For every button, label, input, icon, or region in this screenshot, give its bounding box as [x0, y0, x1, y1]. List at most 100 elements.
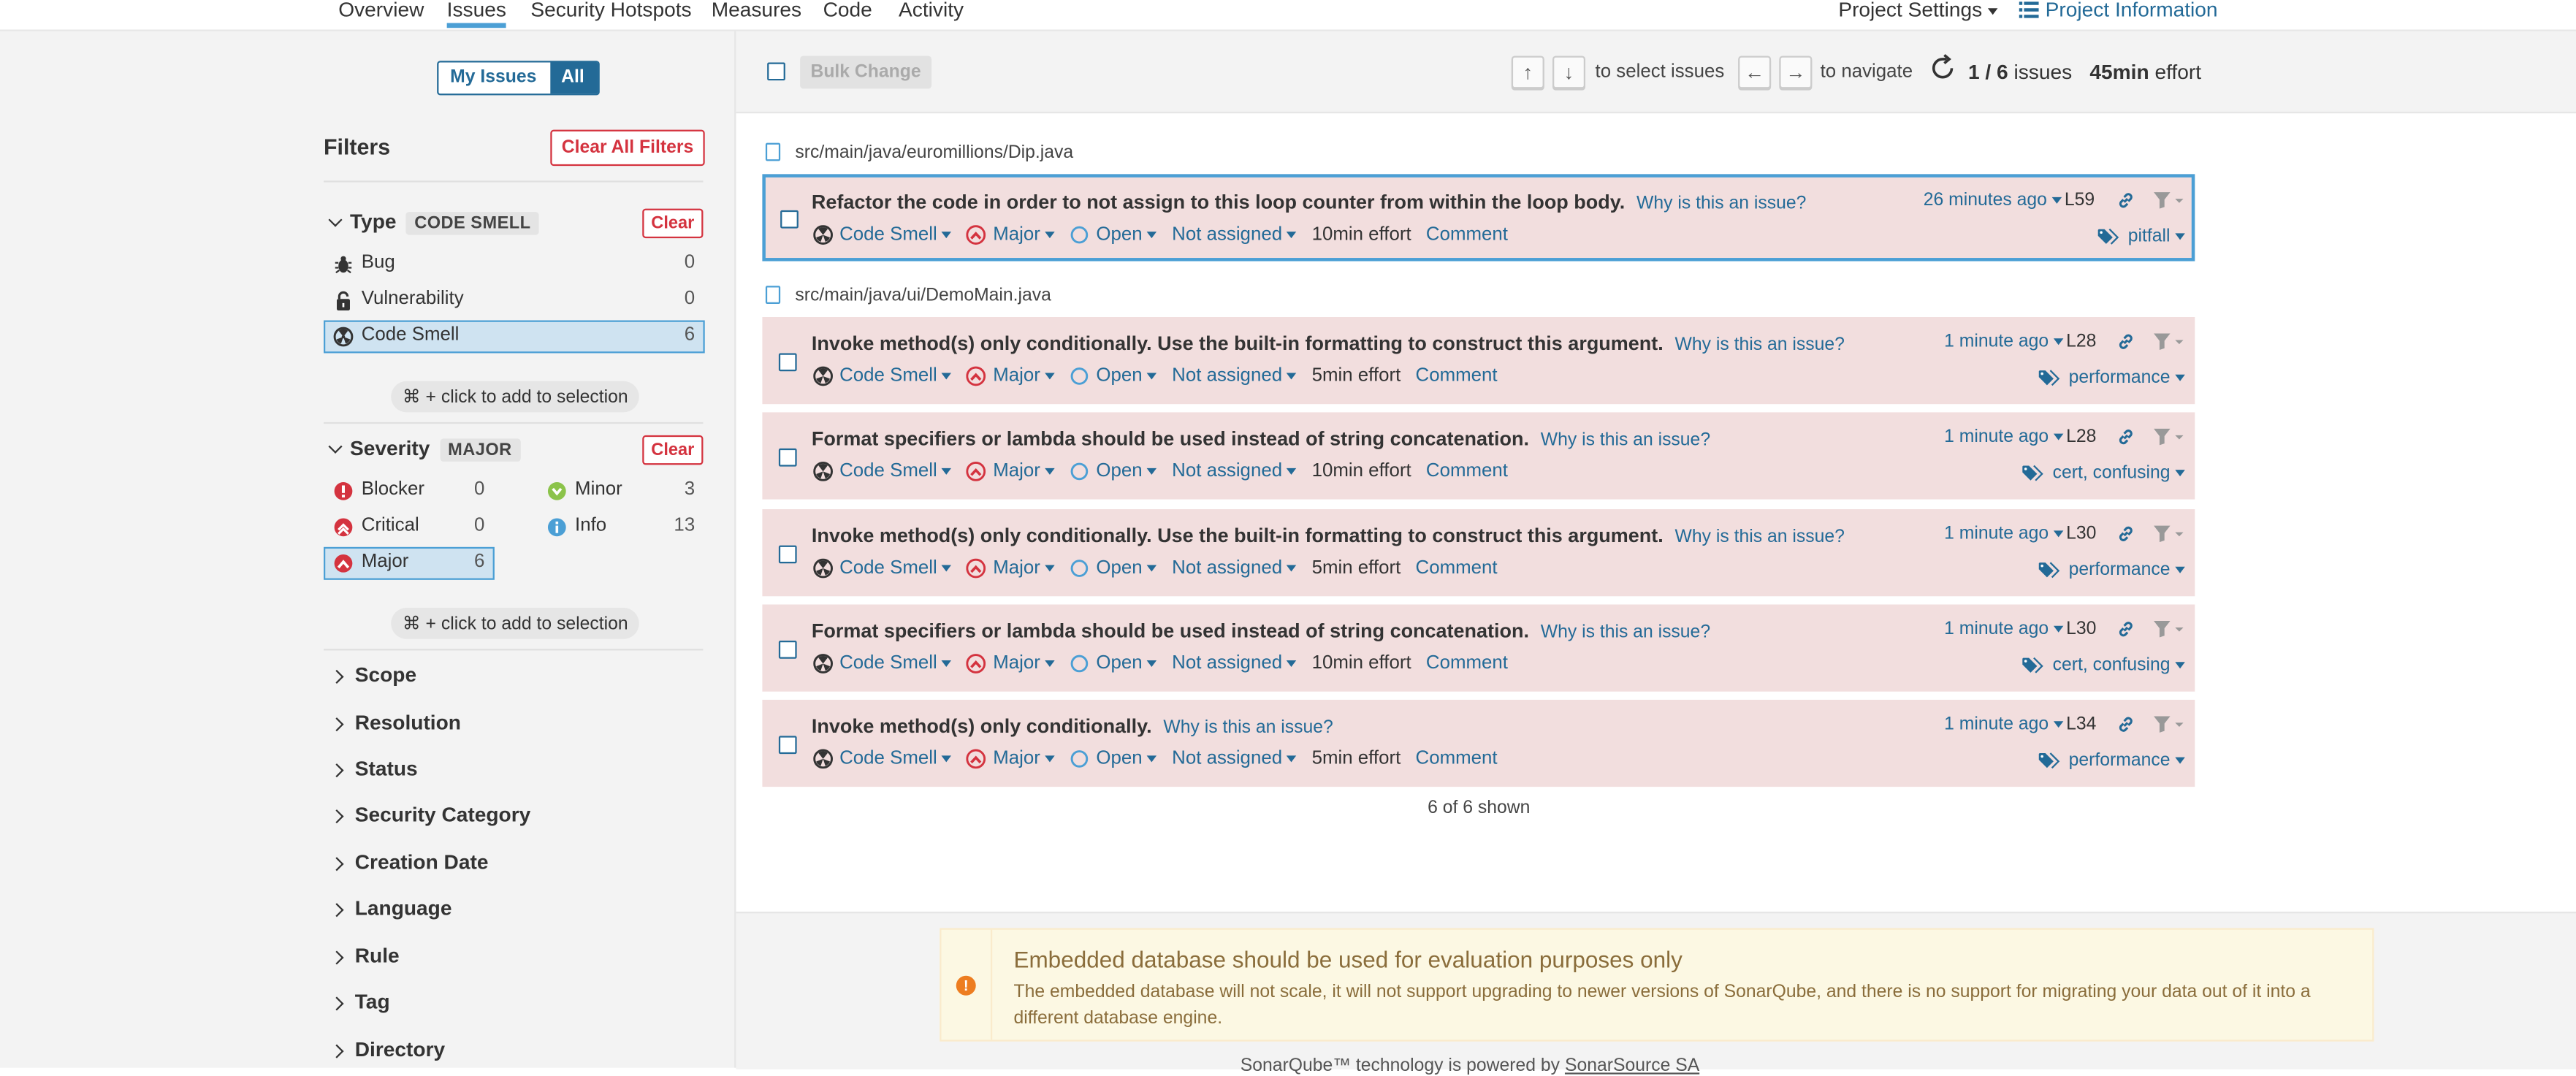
issue-type-dropdown[interactable]: Code Smell: [813, 462, 953, 481]
issue-checkbox[interactable]: [778, 736, 797, 755]
issue-tags-dropdown[interactable]: performance: [2039, 560, 2185, 580]
issue-date-dropdown[interactable]: 1 minute ago: [1944, 714, 2064, 734]
issue-date-dropdown[interactable]: 1 minute ago: [1944, 427, 2064, 447]
issue-status-dropdown[interactable]: Open: [1070, 654, 1157, 674]
facet-directory[interactable]: Directory: [329, 1038, 445, 1061]
issue-date-dropdown[interactable]: 26 minutes ago: [1924, 191, 2062, 210]
permalink-icon[interactable]: [2116, 714, 2135, 734]
issue-type-dropdown[interactable]: Code Smell: [813, 654, 953, 674]
select-all-checkbox[interactable]: [767, 62, 785, 81]
project-settings-menu[interactable]: Project Settings: [1838, 0, 1997, 21]
tab-code[interactable]: Code: [823, 0, 872, 21]
facet-type-header[interactable]: Type CODE SMELL: [327, 210, 539, 235]
filter-icon[interactable]: [2152, 714, 2185, 734]
issue-row[interactable]: Invoke method(s) only conditionally. Why …: [762, 699, 2195, 787]
why-is-this-an-issue-link[interactable]: Why is this an issue?: [1674, 335, 1844, 355]
permalink-icon[interactable]: [2116, 524, 2135, 543]
comment-link[interactable]: Comment: [1416, 366, 1498, 386]
facet-tag[interactable]: Tag: [329, 991, 390, 1013]
facet-item-info[interactable]: Info 13: [537, 511, 704, 543]
sonarsource-link[interactable]: SonarSource SA: [1565, 1056, 1699, 1076]
comment-link[interactable]: Comment: [1426, 462, 1508, 481]
file-path[interactable]: src/main/java/ui/DemoMain.java: [795, 286, 1051, 305]
issue-tags-dropdown[interactable]: cert, confusing: [2023, 655, 2185, 675]
issue-checkbox[interactable]: [780, 210, 799, 229]
issue-severity-dropdown[interactable]: Major: [967, 225, 1056, 245]
issue-checkbox[interactable]: [778, 545, 797, 564]
file-path[interactable]: src/main/java/euromillions/Dip.java: [795, 143, 1073, 163]
tab-security-hotspots[interactable]: Security Hotspots: [530, 0, 691, 21]
issue-type-dropdown[interactable]: Code Smell: [813, 559, 953, 579]
filter-icon[interactable]: [2152, 427, 2185, 447]
issue-row[interactable]: Format specifiers or lambda should be us…: [762, 412, 2195, 500]
my-issues-button[interactable]: My Issues: [438, 62, 550, 94]
issue-status-dropdown[interactable]: Open: [1070, 225, 1157, 245]
issue-line[interactable]: L34: [2066, 714, 2096, 734]
facet-item-bug[interactable]: Bug 0: [324, 248, 705, 281]
why-is-this-an-issue-link[interactable]: Why is this an issue?: [1541, 622, 1710, 642]
issue-tags-dropdown[interactable]: cert, confusing: [2023, 463, 2185, 483]
issue-type-dropdown[interactable]: Code Smell: [813, 366, 953, 386]
facet-language[interactable]: Language: [329, 897, 452, 920]
issue-type-dropdown[interactable]: Code Smell: [813, 749, 953, 768]
issue-tags-dropdown[interactable]: performance: [2039, 368, 2185, 388]
issue-date-dropdown[interactable]: 1 minute ago: [1944, 524, 2064, 543]
issue-severity-dropdown[interactable]: Major: [967, 366, 1056, 386]
permalink-icon[interactable]: [2116, 619, 2135, 639]
tab-activity[interactable]: Activity: [899, 0, 964, 21]
facet-creation-date[interactable]: Creation Date: [329, 851, 489, 874]
filter-icon[interactable]: [2152, 524, 2185, 543]
issue-assignee-dropdown[interactable]: Not assigned: [1172, 654, 1297, 674]
refresh-icon[interactable]: [1929, 54, 1956, 82]
issue-message[interactable]: Refactor the code in order to not assign…: [812, 191, 1625, 213]
issue-message[interactable]: Invoke method(s) only conditionally. Use…: [812, 524, 1664, 546]
issue-status-dropdown[interactable]: Open: [1070, 462, 1157, 481]
tab-issues[interactable]: Issues: [446, 0, 506, 28]
why-is-this-an-issue-link[interactable]: Why is this an issue?: [1541, 430, 1710, 450]
issue-date-dropdown[interactable]: 1 minute ago: [1944, 332, 2064, 351]
issue-checkbox[interactable]: [778, 448, 797, 467]
facet-status[interactable]: Status: [329, 758, 418, 780]
issue-status-dropdown[interactable]: Open: [1070, 749, 1157, 768]
comment-link[interactable]: Comment: [1416, 559, 1498, 579]
issue-message[interactable]: Format specifiers or lambda should be us…: [812, 619, 1529, 642]
issue-row[interactable]: Format specifiers or lambda should be us…: [762, 604, 2195, 692]
tab-overview[interactable]: Overview: [338, 0, 424, 21]
bulk-change-button[interactable]: Bulk Change: [800, 56, 932, 89]
facet-item-code-smell[interactable]: Code Smell 6: [323, 320, 705, 354]
issue-assignee-dropdown[interactable]: Not assigned: [1172, 462, 1297, 481]
issue-assignee-dropdown[interactable]: Not assigned: [1172, 749, 1297, 768]
clear-all-filters-button[interactable]: Clear All Filters: [550, 129, 705, 167]
all-issues-button[interactable]: All: [549, 62, 598, 94]
issue-tags-dropdown[interactable]: performance: [2039, 751, 2185, 771]
issue-message[interactable]: Format specifiers or lambda should be us…: [812, 427, 1529, 450]
issue-line[interactable]: L28: [2066, 332, 2096, 351]
issue-date-dropdown[interactable]: 1 minute ago: [1944, 619, 2064, 639]
issue-checkbox[interactable]: [778, 641, 797, 659]
issue-row[interactable]: Refactor the code in order to not assign…: [762, 174, 2195, 262]
issue-message[interactable]: Invoke method(s) only conditionally. Use…: [812, 332, 1664, 354]
facet-item-blocker[interactable]: Blocker 0: [324, 475, 495, 508]
issue-line[interactable]: L28: [2066, 427, 2096, 447]
why-is-this-an-issue-link[interactable]: Why is this an issue?: [1674, 527, 1844, 547]
issue-line[interactable]: L30: [2066, 619, 2096, 639]
issue-status-dropdown[interactable]: Open: [1070, 366, 1157, 386]
comment-link[interactable]: Comment: [1416, 749, 1498, 768]
why-is-this-an-issue-link[interactable]: Why is this an issue?: [1163, 718, 1333, 738]
issue-assignee-dropdown[interactable]: Not assigned: [1172, 225, 1297, 245]
filter-icon[interactable]: [2152, 191, 2185, 210]
issue-severity-dropdown[interactable]: Major: [967, 749, 1056, 768]
issue-severity-dropdown[interactable]: Major: [967, 654, 1056, 674]
clear-severity-button[interactable]: Clear: [642, 435, 704, 465]
project-information-link[interactable]: Project Information: [2019, 0, 2218, 21]
issue-line[interactable]: L59: [2065, 191, 2095, 210]
tab-measures[interactable]: Measures: [712, 0, 801, 21]
permalink-icon[interactable]: [2116, 332, 2135, 351]
issue-tags-dropdown[interactable]: pitfall: [2098, 226, 2185, 246]
filter-icon[interactable]: [2152, 619, 2185, 639]
issue-type-dropdown[interactable]: Code Smell: [813, 225, 953, 245]
issue-line[interactable]: L30: [2066, 524, 2096, 543]
permalink-icon[interactable]: [2116, 191, 2135, 210]
facet-item-minor[interactable]: Minor 3: [537, 475, 704, 508]
facet-severity-header[interactable]: Severity MAJOR: [327, 437, 520, 462]
